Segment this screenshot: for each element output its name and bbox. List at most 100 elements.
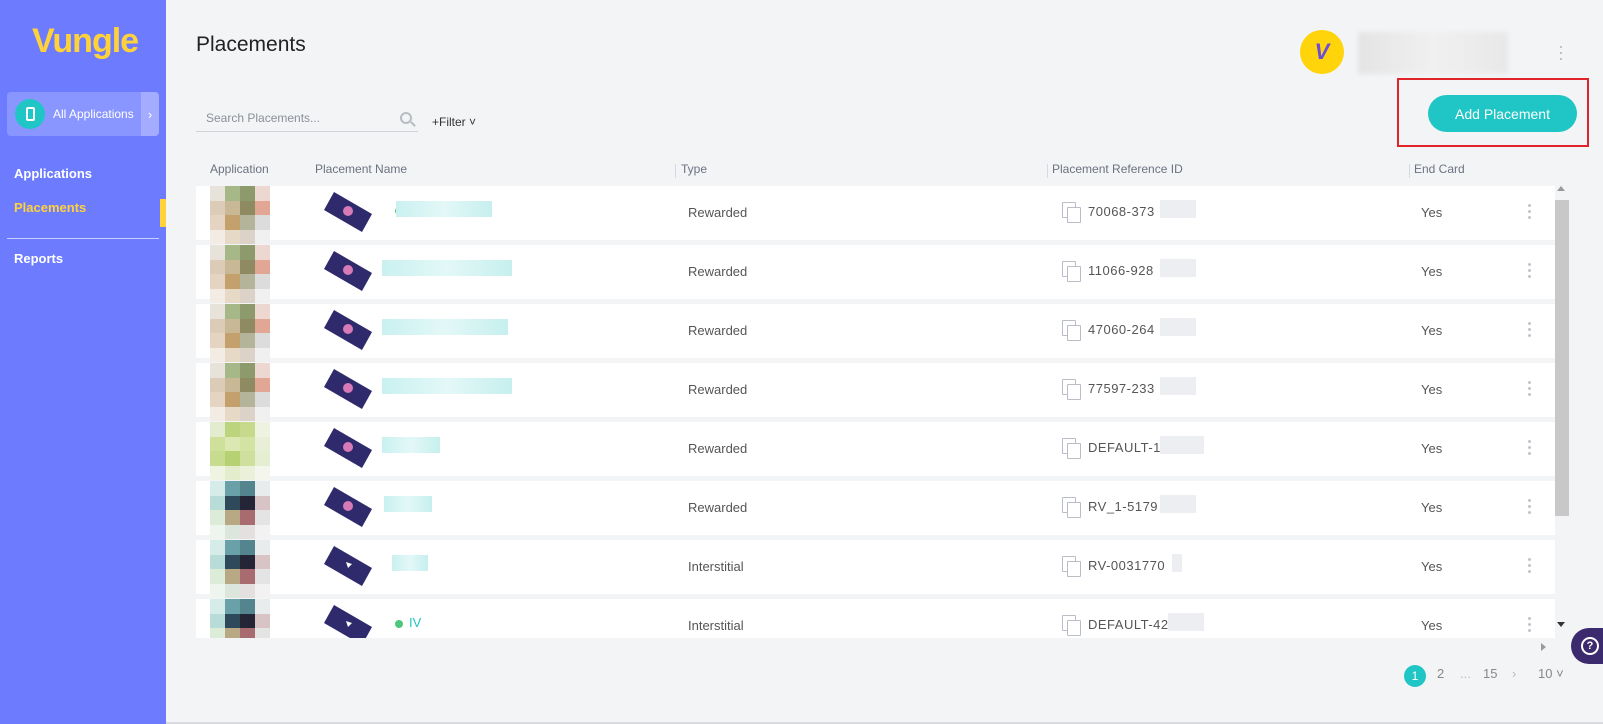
- placement-phone-icon: [324, 192, 372, 232]
- placement-name-redacted[interactable]: [382, 319, 508, 335]
- row-more-icon[interactable]: [1528, 322, 1532, 337]
- table-row[interactable]: Interstitial RV-0031770 Yes: [196, 540, 1555, 598]
- row-more-icon[interactable]: [1528, 440, 1532, 455]
- copy-icon[interactable]: [1062, 261, 1081, 282]
- search-input[interactable]: [196, 108, 386, 128]
- pagination-ellipsis: ...: [1460, 666, 1471, 681]
- placement-name-redacted[interactable]: [392, 555, 428, 571]
- column-type[interactable]: Type: [681, 162, 707, 176]
- help-button[interactable]: ?: [1571, 628, 1603, 664]
- add-placement-button[interactable]: Add Placement: [1428, 95, 1577, 132]
- search-icon[interactable]: [400, 112, 412, 124]
- scroll-thumb[interactable]: [1555, 200, 1569, 516]
- app-icon-pixelated: [210, 422, 270, 480]
- placement-ref-id: 47060-264: [1088, 322, 1155, 337]
- table-row[interactable]: IV Interstitial DEFAULT-42 Yes: [196, 599, 1555, 638]
- table-row[interactable]: Rewarded DEFAULT-1 Yes: [196, 422, 1555, 480]
- app-icon-pixelated: [210, 186, 270, 244]
- table-row[interactable]: Rewarded 70068-373 Yes: [196, 186, 1555, 244]
- placement-phone-icon: [324, 369, 372, 409]
- scroll-down-icon[interactable]: [1557, 622, 1565, 627]
- ref-id-redacted: [1168, 613, 1204, 631]
- row-more-icon[interactable]: [1528, 263, 1532, 278]
- column-placement-name[interactable]: Placement Name: [315, 162, 407, 176]
- placement-phone-icon: [324, 546, 372, 586]
- table-row[interactable]: Rewarded 47060-264 Yes: [196, 304, 1555, 362]
- copy-icon[interactable]: [1062, 379, 1081, 400]
- end-card-value: Yes: [1421, 441, 1443, 456]
- page-1-button[interactable]: 1: [1404, 665, 1426, 687]
- end-card-value: Yes: [1421, 264, 1443, 279]
- placement-type: Rewarded: [688, 500, 748, 515]
- end-card-value: Yes: [1421, 323, 1443, 338]
- scroll-up-icon[interactable]: [1557, 186, 1565, 191]
- placement-name-redacted[interactable]: [396, 201, 492, 217]
- next-page-icon[interactable]: ›: [1512, 666, 1516, 681]
- ref-id-redacted: [1172, 554, 1182, 572]
- app-icon-pixelated: [210, 481, 270, 539]
- row-more-icon[interactable]: [1528, 499, 1532, 514]
- sidebar-item-applications[interactable]: Applications: [14, 166, 92, 181]
- copy-icon[interactable]: [1062, 202, 1081, 223]
- question-icon: ?: [1581, 637, 1599, 655]
- page-2-button[interactable]: 2: [1437, 666, 1444, 681]
- placements-table: Rewarded 70068-373 Yes Rewarded 11066-92…: [196, 186, 1555, 638]
- vertical-scrollbar[interactable]: [1554, 186, 1569, 636]
- scroll-right-icon[interactable]: [1541, 643, 1546, 651]
- app-icon-pixelated: [210, 245, 270, 303]
- ref-id-redacted: [1160, 200, 1196, 218]
- column-end-card[interactable]: End Card: [1414, 162, 1465, 176]
- end-card-value: Yes: [1421, 559, 1443, 574]
- placement-phone-icon: [324, 251, 372, 291]
- page-size-select[interactable]: 10 ˅: [1538, 666, 1564, 681]
- placement-ref-id: 77597-233: [1088, 381, 1155, 396]
- row-more-icon[interactable]: [1528, 558, 1532, 573]
- column-placement-reference-id[interactable]: Placement Reference ID: [1052, 162, 1183, 176]
- placement-name-redacted[interactable]: [382, 378, 512, 394]
- placement-name-redacted[interactable]: [382, 260, 512, 276]
- all-applications-switcher[interactable]: All Applications ›: [7, 92, 159, 136]
- page-title: Placements: [196, 33, 306, 56]
- placement-type: Rewarded: [688, 205, 748, 220]
- placement-type: Interstitial: [688, 618, 744, 633]
- table-row[interactable]: Rewarded 11066-928 Yes: [196, 245, 1555, 303]
- table-row[interactable]: Rewarded RV_1-5179 Yes: [196, 481, 1555, 539]
- placement-phone-icon: [324, 487, 372, 527]
- placement-ref-id: RV-0031770: [1088, 558, 1166, 573]
- placement-name-redacted[interactable]: [382, 437, 440, 453]
- end-card-value: Yes: [1421, 205, 1443, 220]
- avatar[interactable]: V: [1300, 30, 1344, 74]
- copy-icon[interactable]: [1062, 556, 1081, 577]
- placement-ref-id: 11066-928: [1088, 263, 1154, 278]
- sidebar-divider: [7, 238, 159, 239]
- app-icon-pixelated: [210, 540, 270, 598]
- sidebar-item-placements[interactable]: Placements: [14, 200, 86, 215]
- placement-ref-id: 70068-373: [1088, 204, 1155, 219]
- row-more-icon[interactable]: [1528, 204, 1532, 219]
- copy-icon[interactable]: [1062, 320, 1081, 341]
- placement-ref-id: DEFAULT-1: [1088, 440, 1161, 455]
- copy-icon[interactable]: [1062, 438, 1081, 459]
- sidebar-item-reports[interactable]: Reports: [14, 251, 63, 266]
- app-icon-pixelated: [210, 304, 270, 362]
- page-15-button[interactable]: 15: [1483, 666, 1497, 681]
- placement-type: Rewarded: [688, 441, 748, 456]
- copy-icon[interactable]: [1062, 497, 1081, 518]
- app-switcher-label: All Applications: [53, 107, 134, 121]
- more-options-icon[interactable]: · · ·: [1558, 37, 1564, 67]
- copy-icon[interactable]: [1062, 615, 1081, 636]
- placement-name[interactable]: IV: [409, 615, 421, 630]
- ref-id-redacted: [1160, 318, 1196, 336]
- filter-button[interactable]: +Filter ˅: [432, 115, 476, 129]
- placement-name-redacted[interactable]: [384, 496, 432, 512]
- placement-type: Rewarded: [688, 382, 748, 397]
- chevron-right-icon[interactable]: ›: [141, 92, 159, 136]
- row-more-icon[interactable]: [1528, 617, 1532, 632]
- row-more-icon[interactable]: [1528, 381, 1532, 396]
- app-icon-pixelated: [210, 599, 270, 638]
- column-application[interactable]: Application: [210, 162, 269, 176]
- table-row[interactable]: Rewarded 77597-233 Yes: [196, 363, 1555, 421]
- end-card-value: Yes: [1421, 500, 1443, 515]
- placement-type: Rewarded: [688, 264, 748, 279]
- search-box: [196, 108, 418, 132]
